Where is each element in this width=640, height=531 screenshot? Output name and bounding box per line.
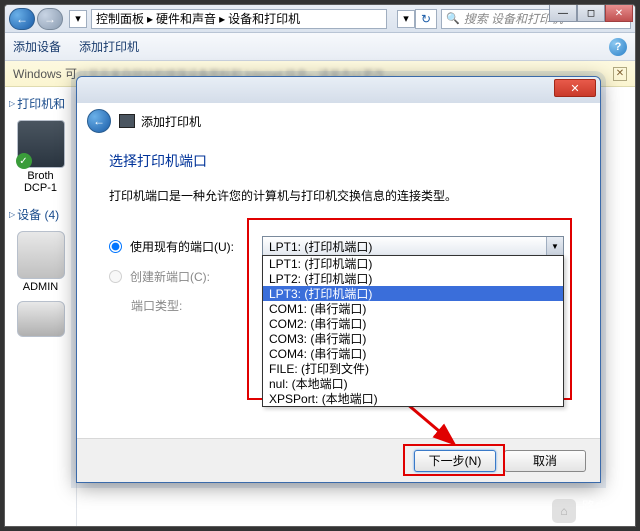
refresh-button[interactable]: ↻	[415, 9, 437, 29]
drive-icon	[17, 231, 65, 279]
minimize-button[interactable]: —	[549, 4, 577, 22]
check-icon: ✓	[16, 153, 32, 169]
device-label: DCP-1	[9, 182, 72, 194]
sidebar: ▷打印机和 ✓ Broth DCP-1 ▷设备 (4) ADMIN	[5, 87, 77, 526]
breadcrumb-item[interactable]: 控制面板	[96, 10, 144, 27]
back-button[interactable]: ←	[9, 8, 35, 30]
device-label: ADMIN	[9, 281, 72, 293]
port-option[interactable]: FILE: (打印到文件)	[263, 361, 563, 376]
dialog-footer: 下一步(N) 取消	[77, 438, 600, 482]
device-label: Broth	[9, 170, 72, 182]
dialog-description: 打印机端口是一种允许您的计算机与打印机交换信息的连接类型。	[109, 187, 568, 204]
camera-icon	[17, 301, 65, 337]
use-existing-port-label: 使用现有的端口(U):	[130, 238, 256, 255]
port-dropdown-list: LPT1: (打印机端口)LPT2: (打印机端口)LPT3: (打印机端口)C…	[262, 255, 564, 407]
port-option[interactable]: COM3: (串行端口)	[263, 331, 563, 346]
help-icon[interactable]: ?	[609, 38, 627, 56]
sidebar-section-devices[interactable]: ▷设备 (4)	[9, 206, 72, 223]
up-button[interactable]: ▾	[69, 10, 87, 28]
watermark: ⌂ 路由器 luyouqi.com	[552, 496, 630, 525]
info-close-icon[interactable]: ✕	[613, 67, 627, 81]
breadcrumb-item[interactable]: 硬件和声音	[156, 10, 216, 27]
create-new-port-radio[interactable]	[109, 270, 122, 283]
info-prefix: Windows 可	[13, 65, 77, 82]
port-option[interactable]: LPT3: (打印机端口)	[263, 286, 563, 301]
chevron-down-icon: ▼	[546, 237, 563, 255]
device-item[interactable]: ADMIN	[9, 231, 72, 293]
maximize-button[interactable]: ◻	[577, 4, 605, 22]
port-option[interactable]: LPT2: (打印机端口)	[263, 271, 563, 286]
search-icon: 🔍	[446, 12, 460, 25]
dialog-title: 添加打印机	[141, 113, 201, 130]
cancel-button[interactable]: 取消	[504, 450, 586, 472]
breadcrumb[interactable]: 控制面板▸ 硬件和声音▸ 设备和打印机	[91, 9, 387, 29]
close-button[interactable]: ✕	[605, 4, 633, 22]
toolbar: 添加设备 添加打印机 ?	[5, 33, 635, 61]
device-item[interactable]	[9, 301, 72, 337]
printer-icon	[119, 114, 135, 128]
port-option[interactable]: COM4: (串行端口)	[263, 346, 563, 361]
titlebar: ← → ▾ 控制面板▸ 硬件和声音▸ 设备和打印机 ▾ ↻ 🔍 搜索 设备和打印…	[5, 5, 635, 33]
toolbar-add-printer[interactable]: 添加打印机	[79, 38, 139, 55]
dialog-close-button[interactable]: ✕	[554, 79, 596, 97]
breadcrumb-item[interactable]: 设备和打印机	[228, 10, 300, 27]
port-option[interactable]: COM1: (串行端口)	[263, 301, 563, 316]
printer-icon: ✓	[17, 120, 65, 168]
watermark-sub: luyouqi.com	[582, 515, 630, 525]
port-option[interactable]: XPSPort: (本地端口)	[263, 391, 563, 406]
port-option[interactable]: COM2: (串行端口)	[263, 316, 563, 331]
port-combobox[interactable]: LPT1: (打印机端口) ▼	[262, 236, 564, 256]
create-new-port-label: 创建新端口(C):	[130, 268, 256, 285]
dialog-back-button[interactable]: ←	[87, 109, 111, 133]
toolbar-add-device[interactable]: 添加设备	[13, 38, 61, 55]
next-button[interactable]: 下一步(N)	[414, 450, 496, 472]
add-printer-dialog: ✕ ← 添加打印机 选择打印机端口 打印机端口是一种允许您的计算机与打印机交换信…	[76, 76, 601, 483]
forward-button[interactable]: →	[37, 8, 63, 30]
dialog-titlebar: ✕	[77, 77, 600, 103]
use-existing-port-radio[interactable]	[109, 240, 122, 253]
dropdown-button[interactable]: ▾	[397, 10, 415, 28]
sidebar-section-printers[interactable]: ▷打印机和	[9, 95, 72, 112]
port-selected-value: LPT1: (打印机端口)	[269, 238, 372, 255]
device-item[interactable]: ✓ Broth DCP-1	[9, 120, 72, 194]
watermark-title: 路由器	[582, 496, 630, 515]
dialog-heading: 选择打印机端口	[109, 151, 568, 171]
watermark-icon: ⌂	[552, 499, 576, 523]
port-option[interactable]: LPT1: (打印机端口)	[263, 256, 563, 271]
port-option[interactable]: nul: (本地端口)	[263, 376, 563, 391]
